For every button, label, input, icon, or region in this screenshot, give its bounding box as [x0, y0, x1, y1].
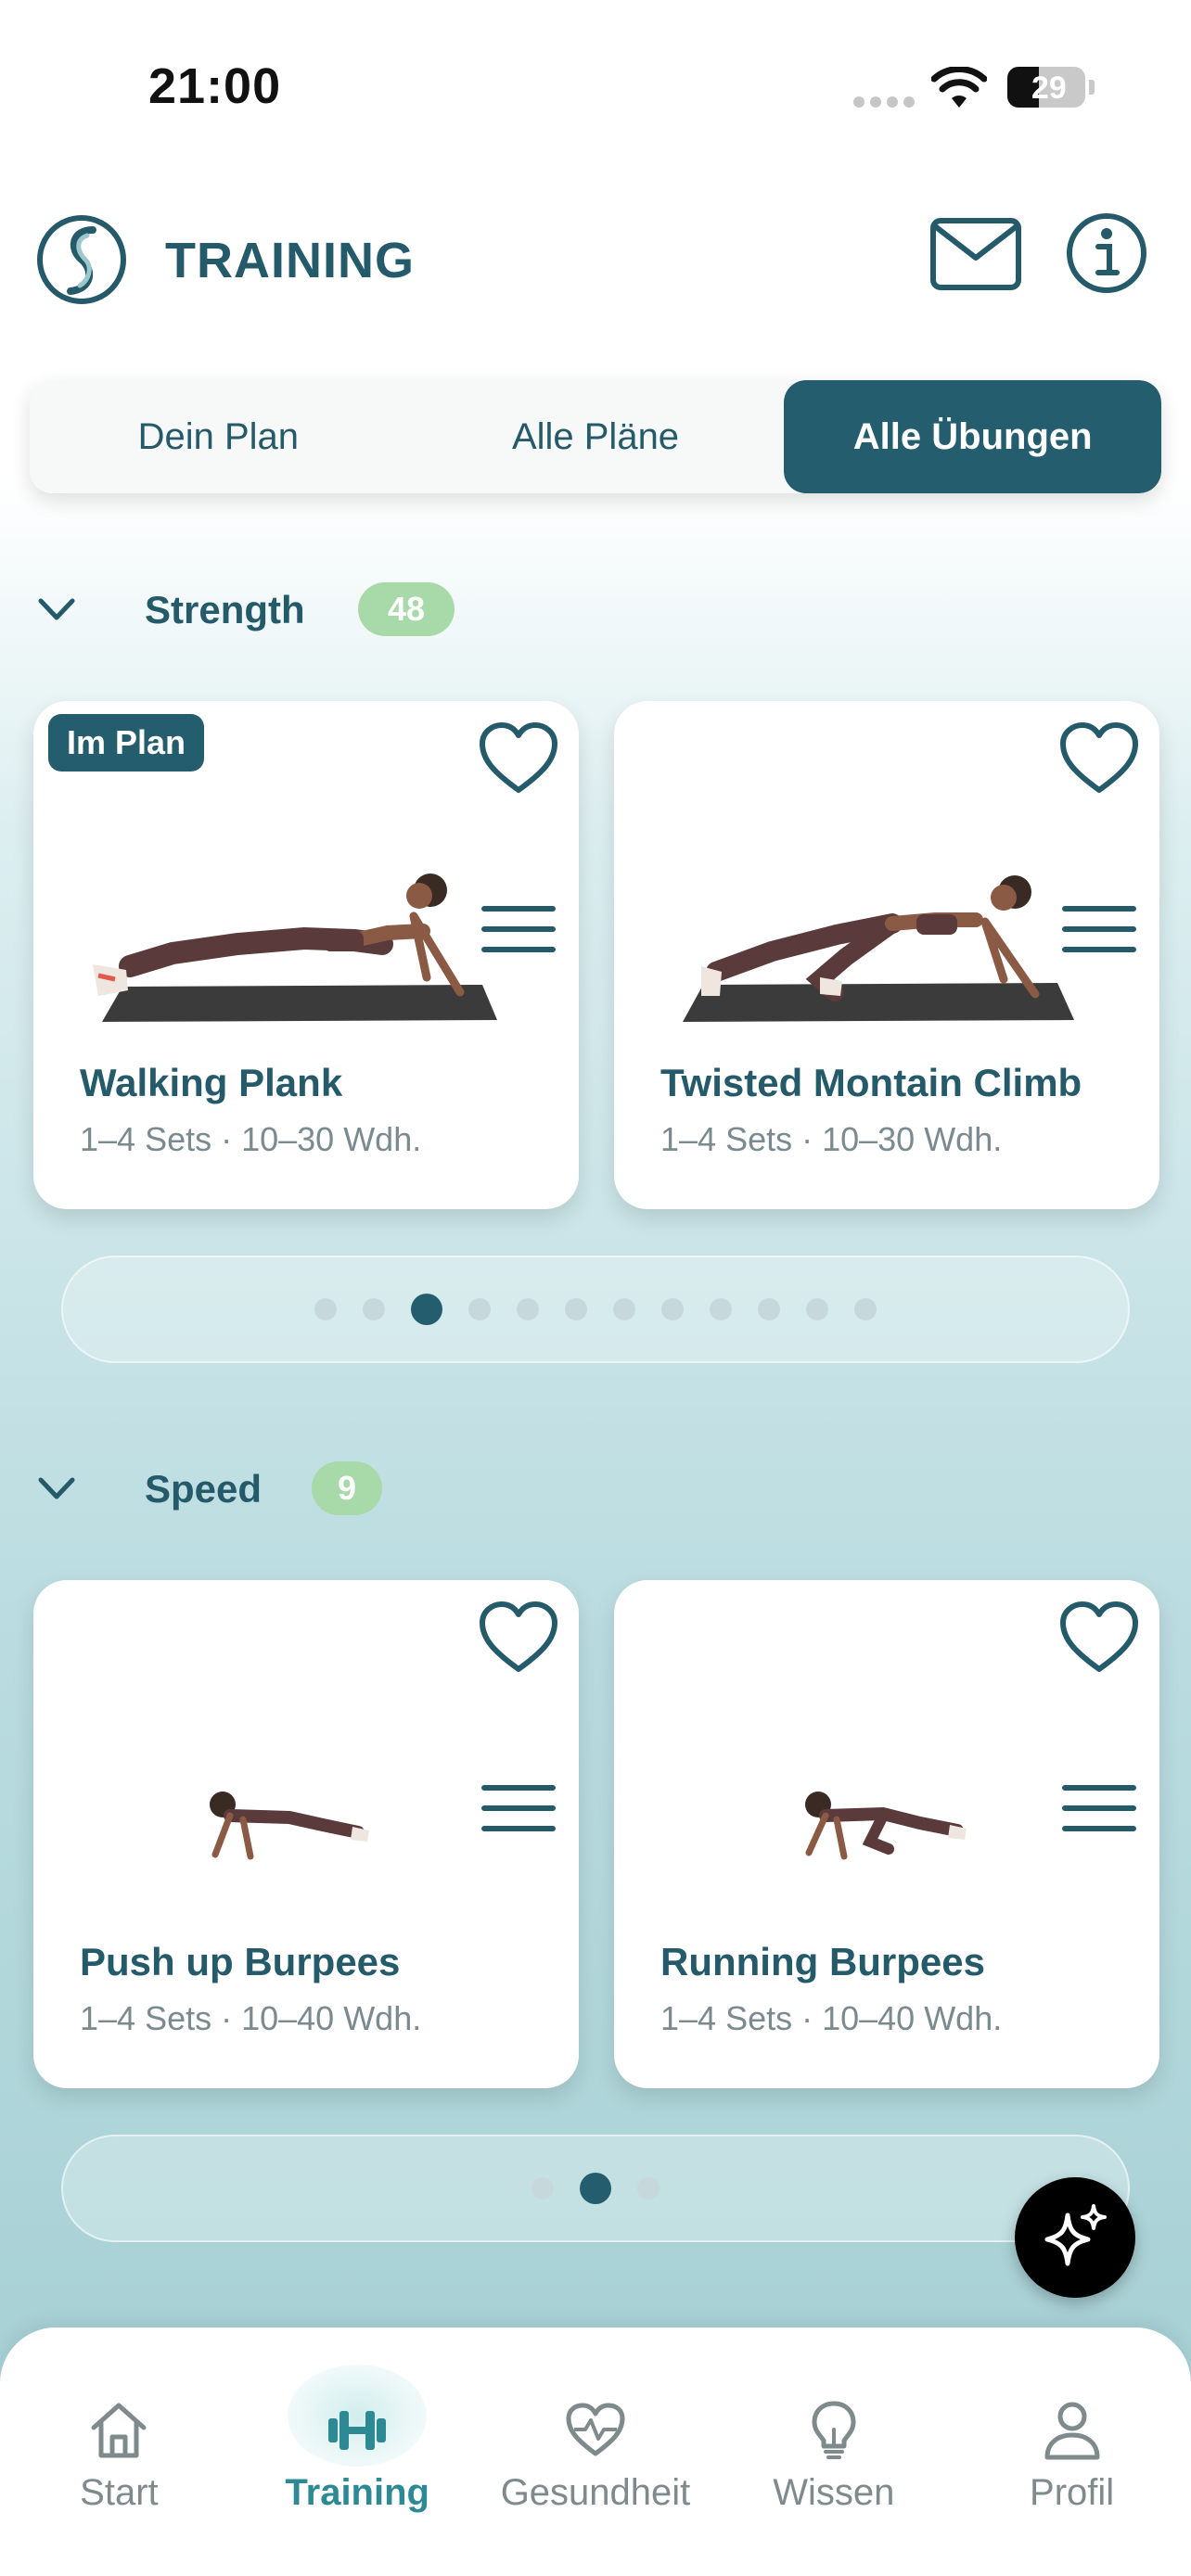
exercise-meta: 1–4 Sets · 10–30 Wdh.	[660, 1120, 1003, 1158]
info-icon[interactable]	[1065, 211, 1148, 295]
segmented-tabs: Dein Plan Alle Pläne Alle Übungen	[30, 380, 1161, 493]
count-badge: 48	[358, 582, 455, 636]
pager-dot[interactable]	[637, 2177, 660, 2200]
profile-icon	[1044, 2402, 1100, 2460]
nav-item-training[interactable]: Training	[238, 2327, 477, 2576]
nav-item-wissen[interactable]: Wissen	[714, 2327, 953, 2576]
heart-icon[interactable]	[477, 1599, 560, 1677]
battery-level: 29	[1031, 70, 1067, 106]
nav-item-gesundheit[interactable]: Gesundheit	[477, 2327, 715, 2576]
bottom-nav: Start Training Gesundheit Wissen Profil	[0, 2327, 1191, 2576]
heart-icon[interactable]	[1057, 1599, 1141, 1677]
nav-label: Gesundheit	[500, 2472, 691, 2513]
heart-icon[interactable]	[1057, 720, 1141, 797]
tab-dein-plan[interactable]: Dein Plan	[30, 380, 407, 493]
sparkles-icon	[1044, 2204, 1107, 2266]
drag-handle-icon[interactable]	[1061, 1782, 1137, 1834]
section-header-speed[interactable]: Speed 9	[0, 1452, 1191, 1526]
drag-handle-icon[interactable]	[480, 1782, 557, 1834]
pager-dot[interactable]	[758, 1298, 780, 1320]
exercise-card[interactable]: Im Plan Walking Plank 1–4 Sets · 10–30 W…	[33, 701, 579, 1209]
nav-item-profil[interactable]: Profil	[953, 2327, 1191, 2576]
nav-item-start[interactable]: Start	[0, 2327, 238, 2576]
status-time: 21:00	[148, 58, 282, 114]
pager-dot[interactable]	[468, 1298, 491, 1320]
pager-dot[interactable]	[531, 2177, 554, 2200]
wifi-icon	[931, 67, 987, 108]
nav-label: Wissen	[773, 2472, 895, 2513]
pager-dot[interactable]	[580, 2173, 611, 2204]
exercise-card[interactable]: Push up Burpees 1–4 Sets · 10–40 Wdh.	[33, 1580, 579, 2088]
pager-dot[interactable]	[613, 1298, 635, 1320]
chevron-down-icon[interactable]	[35, 593, 78, 625]
status-bar: 21:00 29	[0, 0, 1191, 167]
exercise-name: Twisted Montain Climb	[660, 1061, 1082, 1104]
app-logo-icon[interactable]	[35, 213, 128, 306]
carousel-pager[interactable]	[61, 1256, 1130, 1363]
lightbulb-icon	[812, 2401, 856, 2459]
in-plan-badge: Im Plan	[48, 714, 205, 772]
carousel-pager[interactable]	[61, 2135, 1130, 2242]
cellular-signal-icon	[853, 96, 915, 108]
exercise-card[interactable]: Running Burpees 1–4 Sets · 10–40 Wdh.	[614, 1580, 1159, 2088]
home-icon	[91, 2403, 147, 2458]
exercise-meta: 1–4 Sets · 10–30 Wdh.	[80, 1120, 422, 1158]
section-header-strength[interactable]: Strength 48	[0, 573, 1191, 647]
exercise-meta: 1–4 Sets · 10–40 Wdh.	[80, 1999, 422, 2037]
drag-handle-icon[interactable]	[480, 903, 557, 955]
exercise-meta: 1–4 Sets · 10–40 Wdh.	[660, 1999, 1003, 2037]
nav-label: Start	[80, 2472, 159, 2513]
pager-dot[interactable]	[661, 1298, 684, 1320]
ai-assistant-button[interactable]	[1015, 2177, 1135, 2298]
tab-alle-uebungen[interactable]: Alle Übungen	[784, 380, 1161, 493]
heart-icon[interactable]	[477, 720, 560, 797]
battery-icon: 29	[1007, 67, 1095, 108]
page-header: TRAINING	[0, 204, 1191, 315]
section-title: Strength	[145, 588, 305, 631]
pager-dot[interactable]	[517, 1298, 539, 1320]
chevron-down-icon[interactable]	[35, 1473, 78, 1504]
exercise-name: Push up Burpees	[80, 1940, 401, 1983]
pager-dot[interactable]	[314, 1298, 337, 1320]
pager-dot[interactable]	[411, 1294, 442, 1325]
tab-alle-plaene[interactable]: Alle Pläne	[407, 380, 785, 493]
count-badge: 9	[312, 1461, 382, 1515]
pager-dot[interactable]	[363, 1298, 385, 1320]
exercise-card[interactable]: Twisted Montain Climb 1–4 Sets · 10–30 W…	[614, 701, 1159, 1209]
exercise-name: Running Burpees	[660, 1940, 986, 1983]
drag-handle-icon[interactable]	[1061, 903, 1137, 955]
nav-label: Profil	[1030, 2472, 1115, 2513]
heart-pulse-icon	[566, 2403, 625, 2456]
page-title: TRAINING	[165, 233, 415, 288]
nav-label: Training	[285, 2472, 429, 2513]
section-title: Speed	[145, 1467, 263, 1511]
exercise-name: Walking Plank	[80, 1061, 343, 1104]
mail-icon[interactable]	[929, 217, 1022, 291]
dumbbell-icon	[328, 2411, 387, 2450]
pager-dot[interactable]	[854, 1298, 877, 1320]
pager-dot[interactable]	[806, 1298, 828, 1320]
pager-dot[interactable]	[565, 1298, 587, 1320]
pager-dot[interactable]	[710, 1298, 732, 1320]
